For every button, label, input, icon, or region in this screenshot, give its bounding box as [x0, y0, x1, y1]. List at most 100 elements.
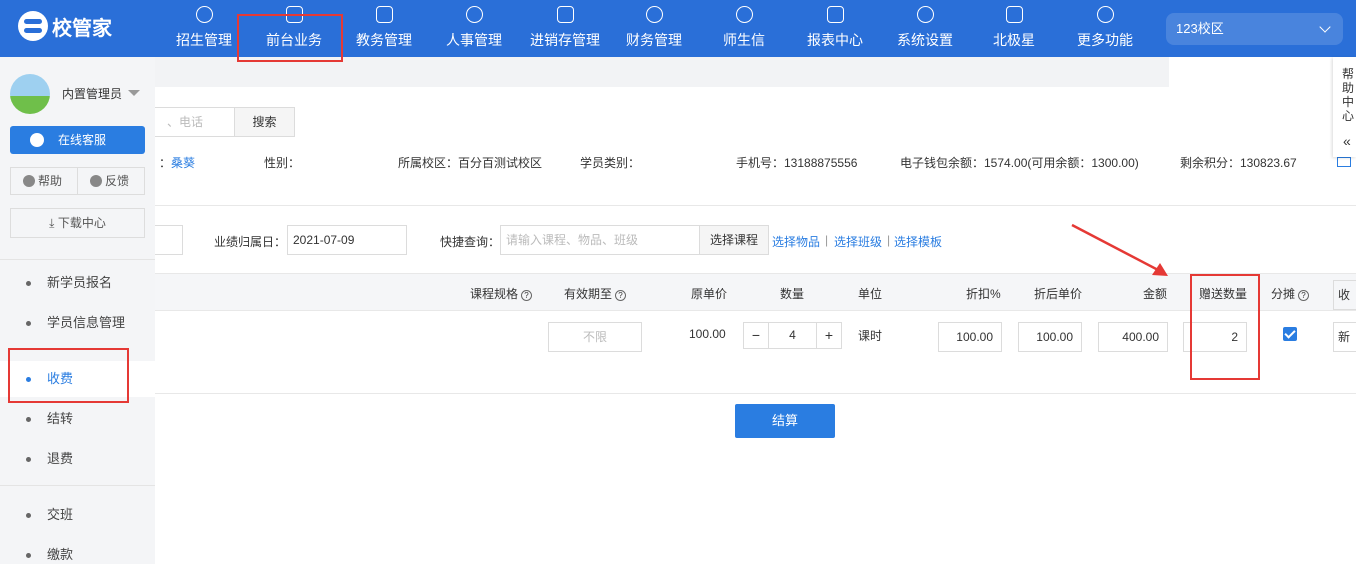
- help-icon[interactable]: ?: [521, 290, 533, 301]
- sidebar-item-label: 学员信息管理: [47, 315, 126, 330]
- nav-item-academic[interactable]: 教务管理: [349, 0, 419, 57]
- campus-field: 所属校区：百分百测试校区: [398, 156, 543, 170]
- more-icon: [1096, 6, 1114, 23]
- help-icon[interactable]: ?: [1298, 290, 1310, 301]
- student-name-field: ：桑葵: [159, 154, 195, 171]
- collapse-icon[interactable]: «: [1343, 133, 1351, 149]
- bullet-icon: [26, 321, 31, 326]
- select-course-button[interactable]: 选择课程: [699, 225, 769, 255]
- header-spec: 课程规格?: [470, 285, 533, 302]
- header-amount: 金额: [1143, 287, 1168, 301]
- help-icon[interactable]: ?: [615, 290, 627, 301]
- amount-input[interactable]: 400.00: [1098, 322, 1168, 352]
- nav-label: 招生管理: [176, 33, 232, 49]
- online-service-button[interactable]: 在线客服: [10, 126, 145, 154]
- quantity-input[interactable]: 4: [769, 323, 816, 348]
- sidebar-item-student-info[interactable]: 学员信息管理: [0, 305, 155, 341]
- gear-icon: [916, 6, 934, 23]
- gender-field: 性别：: [264, 156, 301, 170]
- chat-icon: [735, 6, 753, 23]
- charge-header-select[interactable]: 收: [1333, 280, 1356, 310]
- settle-button[interactable]: 结算: [735, 404, 835, 438]
- person-icon: [465, 6, 483, 23]
- student-search-input[interactable]: 、电话: [155, 107, 235, 137]
- star-icon: [1005, 6, 1023, 23]
- online-service-label: 在线客服: [58, 133, 107, 147]
- student-name-link[interactable]: 桑葵: [171, 156, 195, 170]
- sidebar-item-shift[interactable]: 交班: [0, 497, 155, 533]
- nav-label: 师生信: [723, 33, 765, 49]
- annotation-highlight-front-desk: [237, 14, 343, 62]
- nav-label: 北极星: [993, 33, 1035, 49]
- annotation-arrow: [1071, 223, 1168, 276]
- chat-bubble-icon: [30, 133, 44, 147]
- app-logo[interactable]: 校管家: [18, 11, 128, 41]
- header-discount: 折扣%: [966, 287, 1001, 301]
- help-panel-char: 中: [1342, 95, 1355, 109]
- header-label: 分摊: [1271, 287, 1296, 301]
- nav-item-reports[interactable]: 报表中心: [800, 0, 870, 57]
- caret-down-icon[interactable]: [128, 90, 140, 96]
- divider: [155, 393, 1356, 394]
- nav-item-hr[interactable]: 人事管理: [439, 0, 509, 57]
- sidebar-item-label: 缴款: [47, 547, 74, 562]
- question-icon: [23, 175, 35, 187]
- select-class-link[interactable]: 选择班级: [834, 233, 882, 250]
- nav-item-enrollment[interactable]: 招生管理: [169, 0, 239, 57]
- nav-item-more[interactable]: 更多功能: [1070, 0, 1140, 57]
- quick-search-label: 快捷查询：: [440, 235, 501, 249]
- charge-type-select[interactable]: 新: [1333, 322, 1356, 352]
- bullet-icon: [26, 553, 31, 558]
- header-unit-price: 原单价: [691, 287, 728, 301]
- exchange-icon: [556, 6, 574, 23]
- nav-item-settings[interactable]: 系统设置: [890, 0, 960, 57]
- nav-label: 报表中心: [807, 33, 863, 49]
- phone-field: 手机号：13188875556: [736, 156, 858, 170]
- report-icon: [826, 6, 844, 23]
- card-icon[interactable]: [1337, 157, 1351, 167]
- quick-search-input[interactable]: 请输入课程、物品、班级: [500, 225, 700, 255]
- nav-item-polaris[interactable]: 北极星: [986, 0, 1042, 57]
- header-quantity: 数量: [780, 287, 805, 301]
- points-field: 剩余积分：130823.67: [1180, 156, 1297, 170]
- operator-input[interactable]: [155, 225, 183, 255]
- unit-value: 课时: [858, 329, 883, 343]
- feedback-button[interactable]: 反馈: [77, 167, 145, 195]
- bullet-icon: [26, 417, 31, 422]
- download-center-button[interactable]: ⤓ 下载中心: [10, 208, 145, 238]
- nav-item-inventory[interactable]: 进销存管理: [523, 0, 607, 57]
- select-items-link[interactable]: 选择物品: [772, 233, 820, 250]
- valid-until-input[interactable]: 不限: [548, 322, 642, 352]
- quantity-increase-button[interactable]: +: [816, 323, 841, 348]
- performance-date-input[interactable]: 2021-07-09: [287, 225, 407, 255]
- annotation-highlight-charge: [8, 348, 129, 403]
- sidebar-item-payment[interactable]: 缴款: [0, 537, 155, 573]
- discount-input[interactable]: 100.00: [938, 322, 1002, 352]
- download-icon: ⤓: [49, 216, 58, 230]
- avatar[interactable]: [10, 74, 50, 114]
- sidebar-item-refund[interactable]: 退费: [0, 441, 155, 477]
- bullet-icon: [26, 281, 31, 286]
- nav-item-finance[interactable]: 财务管理: [619, 0, 689, 57]
- quantity-decrease-button[interactable]: −: [744, 323, 769, 348]
- sidebar-item-label: 交班: [47, 507, 74, 522]
- nav-item-messages[interactable]: 师生信: [712, 0, 776, 57]
- sidebar-item-transfer[interactable]: 结转: [0, 401, 155, 437]
- header-label: 课程规格: [470, 287, 519, 301]
- sidebar-item-new-student[interactable]: 新学员报名: [0, 265, 155, 301]
- nav-label: 进销存管理: [530, 33, 600, 49]
- separator: |: [887, 233, 891, 247]
- campus-select[interactable]: 123校区: [1166, 13, 1343, 45]
- help-button[interactable]: 帮助: [10, 167, 78, 195]
- nav-label: 人事管理: [446, 33, 502, 49]
- quantity-stepper: − 4 +: [743, 322, 842, 349]
- select-template-link[interactable]: 选择模板: [894, 233, 942, 250]
- help-label: 帮助: [38, 174, 63, 188]
- discounted-price-input[interactable]: 100.00: [1018, 322, 1082, 352]
- split-checkbox[interactable]: [1283, 327, 1297, 341]
- wallet-field: 电子钱包余额：1574.00(可用余额：1300.00): [900, 156, 1139, 170]
- username[interactable]: 内置管理员: [62, 85, 122, 102]
- annotation-highlight-gift-qty: [1190, 274, 1260, 380]
- sidebar-item-label: 退费: [47, 451, 74, 466]
- search-button[interactable]: 搜索: [234, 107, 295, 137]
